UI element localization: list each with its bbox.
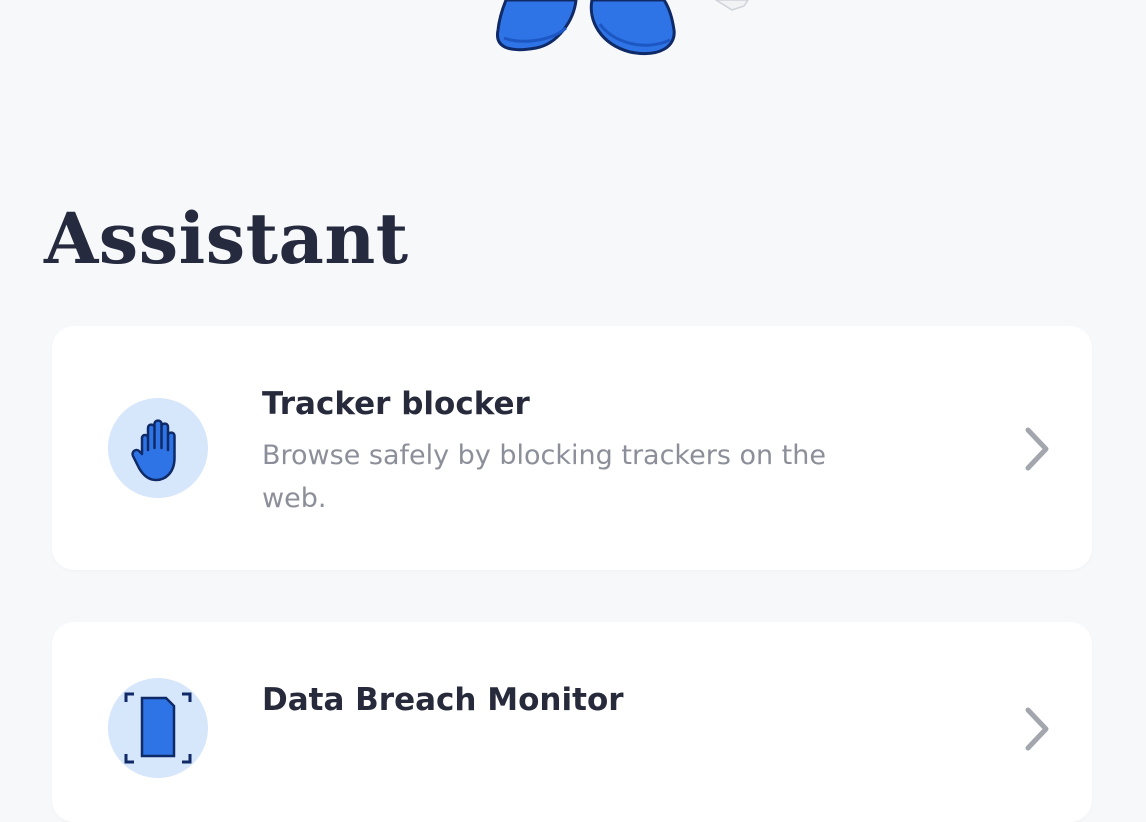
card-description: Browse safely by blocking trackers on th… — [262, 440, 826, 514]
mascot-illustration — [0, 0, 1146, 120]
card-title: Tracker blocker — [262, 386, 530, 422]
page-title: Assistant — [44, 197, 409, 280]
chevron-right-icon[interactable] — [1020, 704, 1054, 754]
card-title: Data Breach Monitor — [262, 682, 624, 718]
hand-stop-icon — [108, 398, 208, 498]
chevron-right-icon[interactable] — [1020, 424, 1054, 474]
data-breach-monitor-card[interactable]: Data Breach Monitor — [52, 622, 1092, 822]
document-scan-icon — [108, 678, 208, 778]
tracker-blocker-card[interactable]: Tracker blocker Browse safely by blockin… — [52, 326, 1092, 570]
